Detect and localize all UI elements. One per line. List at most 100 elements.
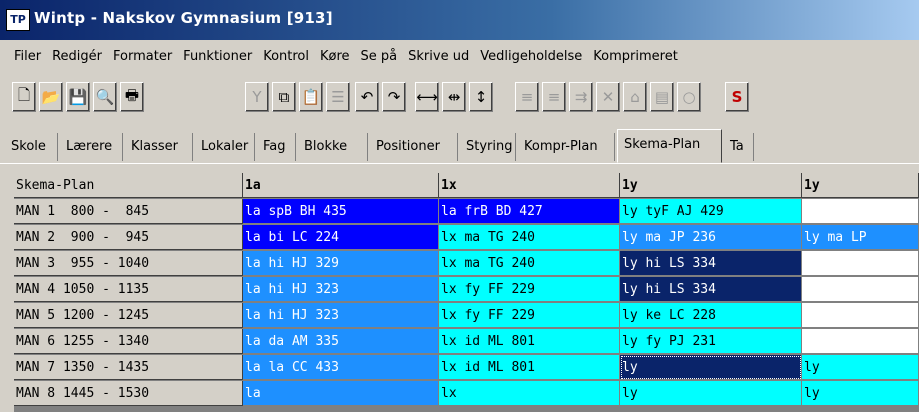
menu-item-filer[interactable]: Filer (0, 49, 47, 64)
schedule-cell[interactable]: ly hi LS 334 (620, 251, 802, 276)
column-header[interactable]: 1y (802, 173, 919, 198)
tab-skema-plan[interactable]: Skema-Plan (617, 129, 722, 163)
schedule-cell[interactable]: ly ma JP 236 (620, 225, 802, 250)
tab-skole[interactable]: Skole (5, 133, 58, 161)
schedule-cell[interactable] (802, 199, 919, 224)
redo-icon[interactable]: ↷ (382, 82, 406, 112)
undo-icon[interactable]: ↶ (355, 82, 379, 112)
schedule-cell[interactable]: ly (802, 355, 919, 380)
schedule-cell[interactable]: ly (802, 381, 919, 406)
schedule-cell[interactable]: la hi HJ 323 (243, 277, 439, 302)
tab-klasser[interactable]: Klasser (125, 133, 193, 161)
menu-item-formater[interactable]: Formater (108, 49, 178, 64)
row-header[interactable]: MAN 3 955 - 1040 (14, 251, 243, 276)
tab-ta[interactable]: Ta (724, 133, 754, 161)
fit-width-icon[interactable]: ⟷ (415, 82, 439, 112)
schedule-cell[interactable]: la hi HJ 329 (243, 251, 439, 276)
toolbar-group: ↶ ↷ (355, 82, 409, 116)
new-document-icon[interactable]: 🗋 (12, 82, 36, 112)
tab-blokke[interactable]: Blokke (298, 133, 368, 161)
schedule-cell[interactable]: la da AM 335 (243, 329, 439, 354)
table-row: MAN 6 1255 - 1340 la da AM 335 lx id ML 80… (14, 329, 919, 355)
document-icon[interactable]: ▤ (650, 82, 674, 112)
tab-positioner[interactable]: Positioner (370, 133, 458, 161)
list-icon[interactable]: ☰ (326, 82, 350, 112)
toolbar-group: ≡ ≡ ⇉ ✕ ⌂ ▤ ○ (515, 82, 704, 116)
save-icon[interactable]: 💾 (66, 82, 90, 112)
tab-lærere[interactable]: Lærere (60, 133, 123, 161)
schedule-cell[interactable]: lx (439, 381, 620, 406)
row-header[interactable]: MAN 7 1350 - 1435 (14, 355, 243, 380)
fit-columns-icon[interactable]: ⇹ (442, 82, 466, 112)
schedule-cell[interactable]: lx id ML 801 (439, 355, 620, 380)
schedule-cell[interactable]: ly hi LS 334 (620, 277, 802, 302)
row-header[interactable]: MAN 5 1200 - 1245 (14, 303, 243, 328)
table-row: MAN 8 1445 - 1530 la lx ly ly (14, 381, 919, 407)
menu-item-se-på[interactable]: Se på (356, 49, 404, 64)
row-header[interactable]: MAN 4 1050 - 1135 (14, 277, 243, 302)
schedule-cell[interactable]: lx ma TG 240 (439, 225, 620, 250)
schedule-cell[interactable]: ly tyF AJ 429 (620, 199, 802, 224)
table-row: MAN 3 955 - 1040 la hi HJ 329 lx ma TG 240… (14, 251, 919, 277)
schedule-cell[interactable]: la bi LC 224 (243, 225, 439, 250)
column-header[interactable]: 1x (439, 173, 620, 198)
schedule-cell[interactable]: ly ma LP (802, 225, 919, 250)
schedule-cell[interactable]: ly fy PJ 231 (620, 329, 802, 354)
schedule-cell[interactable]: lx ma TG 240 (439, 251, 620, 276)
toolbar-group: S (725, 82, 752, 116)
schedule-cell[interactable] (802, 277, 919, 302)
schedule-cell[interactable]: ly (620, 355, 802, 380)
schedule-icon[interactable]: S (725, 82, 749, 112)
menu-item-komprimeret[interactable]: Komprimeret (588, 49, 684, 64)
toolbar-group: Y ⧉ 📋 ☰ (245, 82, 353, 116)
schedule-cell[interactable]: la la CC 433 (243, 355, 439, 380)
grid-corner-label: Skema-Plan (14, 173, 243, 198)
schedule-cell[interactable]: ly (620, 381, 802, 406)
filter-icon[interactable]: Y (245, 82, 269, 112)
row-header[interactable]: MAN 6 1255 - 1340 (14, 329, 243, 354)
tab-styring[interactable]: Styring (460, 133, 516, 161)
tool-b-icon[interactable]: ≡ (542, 82, 566, 112)
paste-icon[interactable]: 📋 (299, 82, 323, 112)
tab-kompr-plan[interactable]: Kompr-Plan (518, 133, 615, 161)
copy-icon[interactable]: ⧉ (272, 82, 296, 112)
menu-item-kontrol[interactable]: Kontrol (258, 49, 315, 64)
schedule-cell[interactable]: la (243, 381, 439, 406)
menu-item-funktioner[interactable]: Funktioner (178, 49, 258, 64)
home-icon[interactable]: ⌂ (623, 82, 647, 112)
toolbar: 🗋 📂 💾 🔍 🖶 Y ⧉ 📋 ☰ ↶ ↷ ⟷ ⇹ ↕ ≡ ≡ ⇉ ✕ ⌂ ▤ ○ S (0, 73, 919, 125)
open-folder-icon[interactable]: 📂 (39, 82, 63, 112)
schedule-cell[interactable]: la spB BH 435 (243, 199, 439, 224)
row-header[interactable]: MAN 8 1445 - 1530 (14, 381, 243, 406)
tool-c-icon[interactable]: ⇉ (569, 82, 593, 112)
column-header[interactable]: 1y (620, 173, 802, 198)
schedule-cell[interactable] (802, 303, 919, 328)
toolbar-group: 🗋 📂 💾 🔍 🖶 (12, 82, 147, 116)
schedule-cell[interactable]: lx fy FF 229 (439, 303, 620, 328)
tab-lokaler[interactable]: Lokaler (195, 133, 255, 161)
app-icon: TP (6, 9, 30, 31)
schedule-cell[interactable] (802, 329, 919, 354)
schedule-cell[interactable]: lx id ML 801 (439, 329, 620, 354)
schedule-grid: Skema-Plan 1a 1x 1y 1y MAN 1 800 - 845 la spB … (14, 173, 919, 412)
schedule-cell[interactable] (802, 251, 919, 276)
print-icon[interactable]: 🖶 (120, 82, 144, 112)
delete-icon[interactable]: ✕ (596, 82, 620, 112)
schedule-cell[interactable]: la hi HJ 323 (243, 303, 439, 328)
tab-fag[interactable]: Fag (257, 133, 296, 161)
row-header[interactable]: MAN 1 800 - 845 (14, 199, 243, 224)
row-header[interactable]: MAN 2 900 - 945 (14, 225, 243, 250)
menu-item-vedligeholdelse[interactable]: Vedligeholdelse (475, 49, 588, 64)
circle-icon[interactable]: ○ (677, 82, 701, 112)
menu-item-redig-r[interactable]: Redigér (47, 49, 108, 64)
menu-item-køre[interactable]: Køre (315, 49, 356, 64)
schedule-cell[interactable]: ly ke LC 228 (620, 303, 802, 328)
schedule-cell[interactable]: lx fy FF 229 (439, 277, 620, 302)
search-icon[interactable]: 🔍 (93, 82, 117, 112)
table-row: MAN 4 1050 - 1135 la hi HJ 323 lx fy FF 22… (14, 277, 919, 303)
menu-item-skrive-ud[interactable]: Skrive ud (403, 49, 475, 64)
schedule-cell[interactable]: la frB BD 427 (439, 199, 620, 224)
fit-height-icon[interactable]: ↕ (469, 82, 493, 112)
column-header[interactable]: 1a (243, 173, 439, 198)
tool-a-icon[interactable]: ≡ (515, 82, 539, 112)
